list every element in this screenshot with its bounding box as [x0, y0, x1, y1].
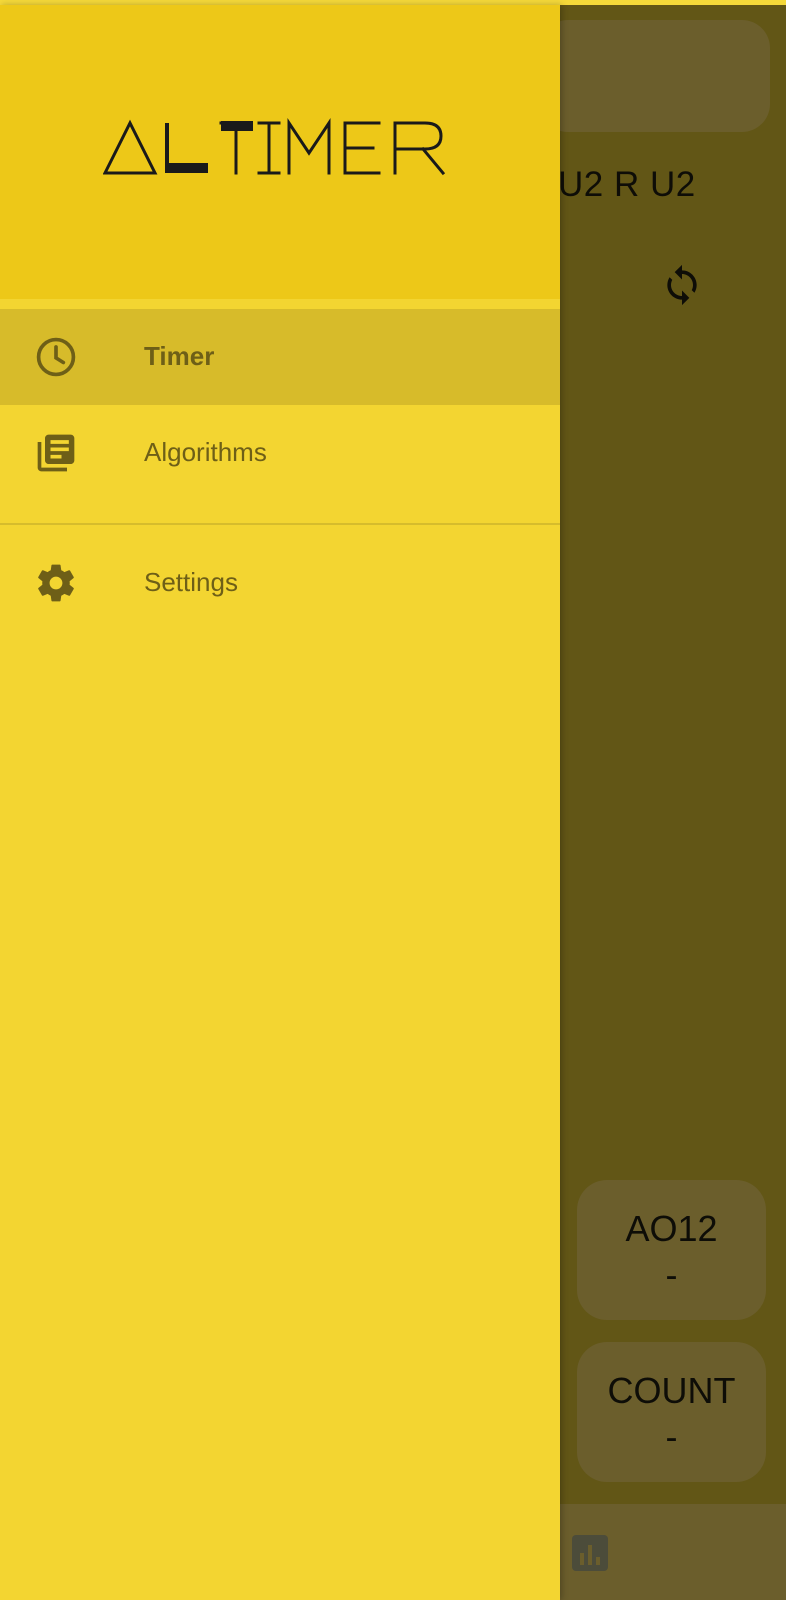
ao12-value: - — [665, 1254, 678, 1295]
gear-icon — [38, 564, 74, 602]
count-label: COUNT — [607, 1370, 736, 1411]
nav-label-settings: Settings — [144, 567, 238, 597]
nav-item-settings[interactable]: Settings — [0, 535, 560, 631]
scramble-text: U2 R U2 — [558, 165, 696, 204]
ao12-card[interactable]: AO12 - — [577, 1180, 766, 1320]
bar-chart-icon[interactable] — [572, 1535, 608, 1571]
count-value: - — [665, 1416, 678, 1457]
nav-item-algorithms[interactable]: Algorithms — [0, 405, 560, 501]
nav-label-timer: Timer — [144, 341, 215, 371]
nav-label-algorithms: Algorithms — [144, 437, 267, 467]
refresh-icon[interactable] — [660, 263, 704, 307]
app-logo — [103, 118, 446, 176]
drawer-header — [0, 5, 560, 299]
nav-item-timer[interactable]: Timer — [0, 309, 560, 405]
ao12-label: AO12 — [625, 1208, 718, 1249]
clock-icon — [36, 337, 76, 377]
navigation-drawer: Timer Algorithms Settings — [0, 5, 560, 1600]
top-bar-card — [540, 20, 770, 132]
drawer-divider — [0, 523, 560, 525]
library-books-icon — [37, 434, 75, 472]
count-card[interactable]: COUNT - — [577, 1342, 766, 1482]
